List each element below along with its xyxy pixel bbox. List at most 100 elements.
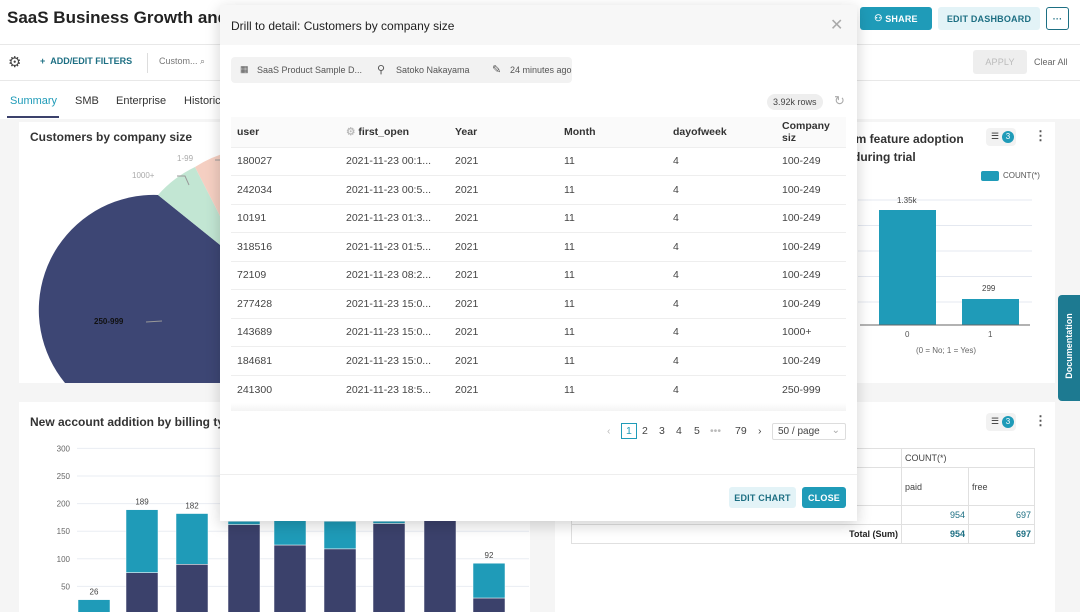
- bar-segment[interactable]: [372, 521, 406, 524]
- tab-smb[interactable]: SMB: [75, 95, 99, 107]
- table-cell: 10191: [231, 203, 340, 233]
- filter-indicator[interactable]: ☰ 3: [986, 128, 1016, 146]
- column-header-first_open[interactable]: ⚙ first_open: [340, 117, 449, 147]
- pie-label: 250-999: [94, 317, 124, 326]
- table-cell: 72109: [231, 260, 340, 290]
- table-row[interactable]: 72109 2021-11-23 08:2... 2021 11 4 100-249: [231, 260, 846, 290]
- bar-segment[interactable]: [125, 572, 159, 612]
- tab-enterprise[interactable]: Enterprise: [116, 95, 166, 107]
- total-cell: 697: [968, 524, 1035, 544]
- table-cell: 100-249: [776, 289, 846, 318]
- bar-1[interactable]: [962, 299, 1019, 325]
- column-header-month[interactable]: Month: [558, 117, 667, 147]
- share-button[interactable]: ⚇ SHARE: [860, 7, 932, 30]
- page-2[interactable]: 2: [642, 425, 648, 437]
- page-1[interactable]: 1: [621, 423, 637, 439]
- bar-segment[interactable]: [227, 524, 261, 612]
- table-cell: 2021: [449, 260, 558, 290]
- dataset-name[interactable]: SaaS Product Sample D...: [257, 65, 362, 75]
- table-cell: 4: [667, 346, 776, 375]
- metric-header: COUNT(*): [901, 448, 1035, 468]
- table-cell: 100-249: [776, 346, 846, 375]
- table-cell: 2021-11-23 08:2...: [340, 260, 449, 290]
- col-header: paid: [901, 467, 969, 506]
- prev-page-button[interactable]: ‹: [607, 425, 611, 437]
- table-cell: 11: [558, 346, 667, 375]
- refresh-icon[interactable]: ↻: [834, 93, 845, 109]
- page-5[interactable]: 5: [694, 425, 700, 437]
- more-options-button[interactable]: ···: [1046, 7, 1069, 30]
- bar-segment[interactable]: [423, 519, 457, 612]
- table-row[interactable]: 318516 2021-11-23 01:5... 2021 11 4 100-249: [231, 232, 846, 261]
- table-cell: 11: [558, 203, 667, 233]
- add-edit-filters-button[interactable]: + ADD/EDIT FILTERS: [40, 56, 132, 66]
- bar-segment[interactable]: [77, 599, 111, 612]
- column-header-year[interactable]: Year: [449, 117, 558, 147]
- table-cell: 184681: [231, 346, 340, 375]
- col-header: free: [968, 467, 1035, 506]
- owner-name: Satoko Nakayama: [396, 65, 470, 75]
- bar-segment[interactable]: [323, 548, 357, 612]
- column-header-user[interactable]: user: [231, 117, 340, 147]
- table-row[interactable]: 10191 2021-11-23 01:3... 2021 11 4 100-249: [231, 203, 846, 233]
- bar-segment[interactable]: [273, 544, 307, 612]
- table-row[interactable]: 143689 2021-11-23 15:0... 2021 11 4 1000+: [231, 317, 846, 347]
- bar-segment[interactable]: [273, 519, 307, 546]
- drill-to-detail-modal: Drill to detail: Customers by company si…: [220, 5, 857, 521]
- legend-label[interactable]: COUNT(*): [1003, 171, 1040, 180]
- column-header-dayofweek[interactable]: dayofweek: [667, 117, 776, 147]
- data-label: 1.35k: [897, 196, 917, 205]
- chart-menu-icon[interactable]: ⋮: [1034, 413, 1047, 429]
- bar-segment[interactable]: [472, 562, 506, 599]
- filter-chip[interactable]: Custom... ⌕: [159, 56, 205, 67]
- legend-swatch: [981, 171, 999, 181]
- table-cell: 277428: [231, 289, 340, 318]
- page-79[interactable]: 79: [735, 425, 747, 437]
- table-cell: 2021-11-23 01:5...: [340, 232, 449, 261]
- bar-segment[interactable]: [175, 513, 209, 565]
- table-cell: 100-249: [776, 203, 846, 233]
- bar-segment[interactable]: [125, 509, 159, 573]
- chart-menu-icon[interactable]: ⋮: [1034, 128, 1047, 144]
- edit-chart-button[interactable]: EDIT CHART: [729, 487, 796, 508]
- table-cell: 250-999: [776, 374, 846, 404]
- page-4[interactable]: 4: [676, 425, 682, 437]
- dataset-icon: ▦: [240, 64, 249, 74]
- apply-button[interactable]: APPLY: [973, 50, 1027, 74]
- clear-all-button[interactable]: Clear All: [1034, 57, 1068, 67]
- bar-segment[interactable]: [472, 597, 506, 612]
- metadata-bar: ▦ SaaS Product Sample D... ⚲ Satoko Naka…: [231, 57, 572, 83]
- documentation-tab[interactable]: Documentation: [1058, 295, 1080, 401]
- table-cell: 2021: [449, 289, 558, 318]
- page-ellipsis[interactable]: •••: [710, 425, 721, 437]
- footer-divider: [220, 474, 857, 475]
- column-header-company-siz[interactable]: Company siz: [776, 117, 846, 147]
- close-button[interactable]: CLOSE: [802, 487, 846, 508]
- table-cell: 100-249: [776, 175, 846, 204]
- tab-summary[interactable]: Summary: [10, 95, 57, 107]
- bar-segment[interactable]: [372, 523, 406, 612]
- filter-indicator[interactable]: ☰ 3: [986, 413, 1016, 431]
- table-row[interactable]: 184681 2021-11-23 15:0... 2021 11 4 100-249: [231, 346, 846, 375]
- settings-gear-icon[interactable]: ⚙: [8, 53, 21, 71]
- table-cell: 11: [558, 175, 667, 204]
- edit-dashboard-button[interactable]: EDIT DASHBOARD: [938, 7, 1040, 30]
- page-size-select[interactable]: 50 / page ⌄: [772, 423, 846, 440]
- close-icon[interactable]: ✕: [830, 15, 843, 35]
- page-3[interactable]: 3: [659, 425, 665, 437]
- cell: 697: [968, 505, 1035, 525]
- feature-bar-chart: [858, 199, 1032, 326]
- table-cell: 4: [667, 289, 776, 318]
- table-row[interactable]: 180027 2021-11-23 00:1... 2021 11 4 100-249: [231, 146, 846, 176]
- bar-0[interactable]: [879, 210, 936, 325]
- bar-segment[interactable]: [323, 521, 357, 550]
- filter-icon: ☰: [991, 131, 1000, 141]
- table-cell: 2021-11-23 15:0...: [340, 289, 449, 318]
- table-cell: 100-249: [776, 232, 846, 261]
- table-row[interactable]: 277428 2021-11-23 15:0... 2021 11 4 100-249: [231, 289, 846, 318]
- bar-segment[interactable]: [227, 521, 261, 525]
- next-page-button[interactable]: ›: [758, 425, 762, 437]
- bar-segment[interactable]: [175, 564, 209, 612]
- table-row[interactable]: 242034 2021-11-23 00:5... 2021 11 4 100-249: [231, 175, 846, 204]
- table-row[interactable]: 241300 2021-11-23 18:5... 2021 11 4 250-999: [231, 374, 846, 404]
